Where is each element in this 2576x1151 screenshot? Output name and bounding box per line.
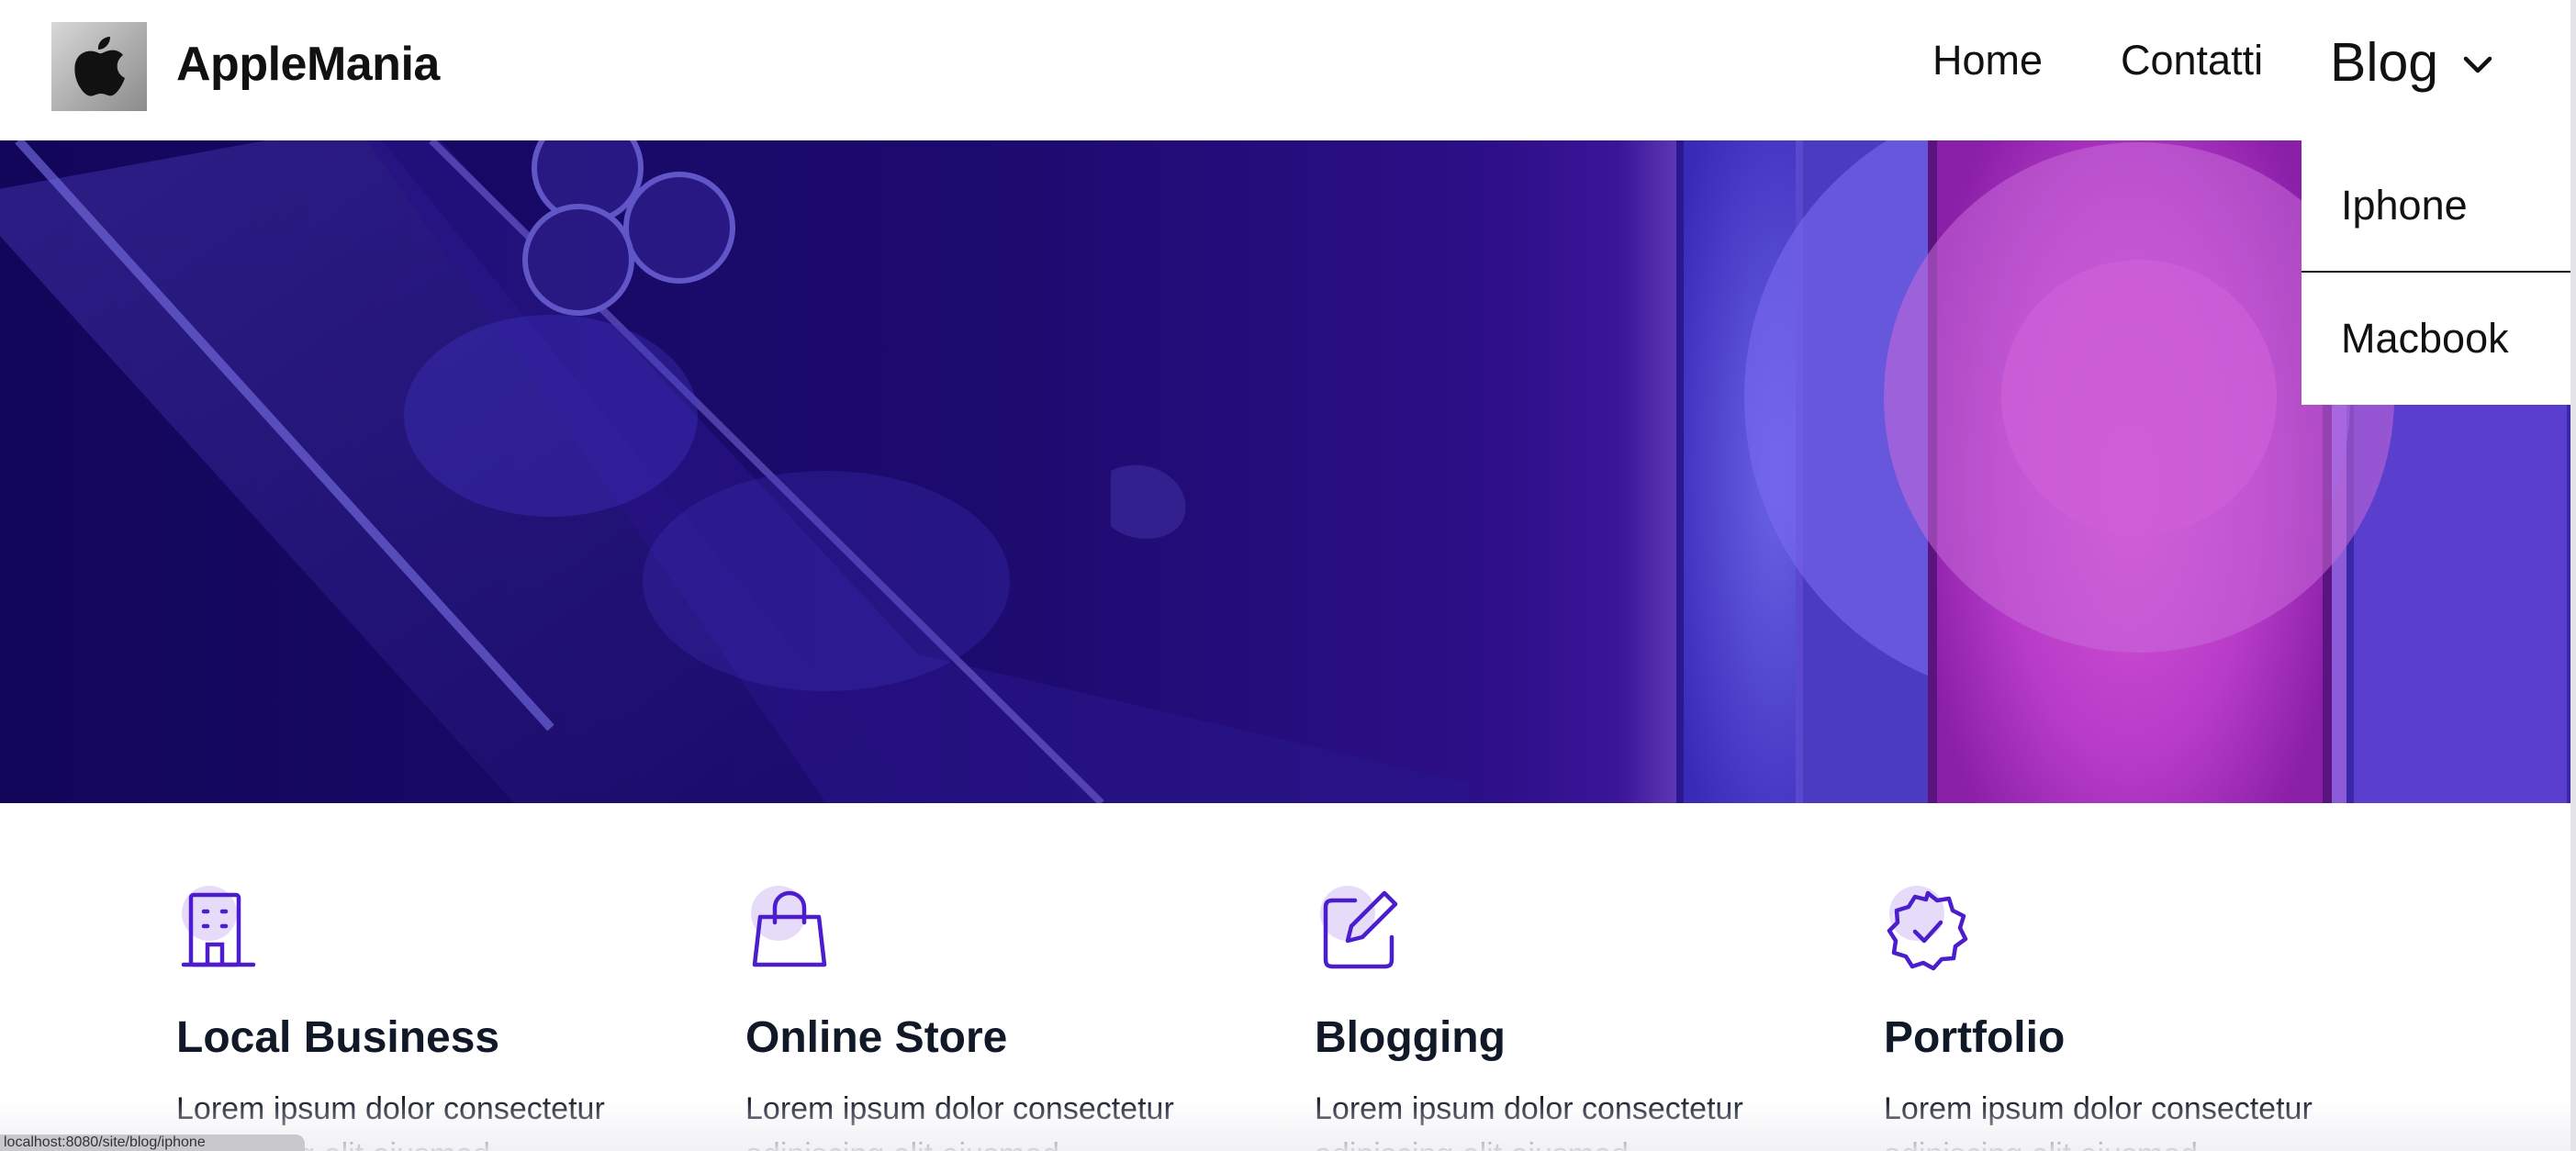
hero-phones-image — [0, 140, 2570, 803]
window-scroll-edge[interactable] — [2570, 0, 2576, 1151]
badge-check-icon — [1887, 886, 1968, 971]
building-icon — [181, 886, 256, 967]
brand-name[interactable]: AppleMania — [176, 37, 440, 92]
feature-title: Blogging — [1315, 1013, 1506, 1062]
feature-title: Portfolio — [1884, 1013, 2066, 1062]
nav-contatti-link[interactable]: Contatti — [2121, 37, 2263, 84]
apple-icon — [74, 37, 125, 96]
apple-logo[interactable] — [51, 22, 147, 111]
nav-blog-label: Blog — [2330, 32, 2439, 93]
browser-status-bar: localhost:8080/site/blog/iphone — [0, 1134, 305, 1151]
feature-title: Local Business — [176, 1013, 500, 1062]
blog-dropdown-menu: Iphone Macbook — [2302, 140, 2570, 405]
nav-home-link[interactable]: Home — [1932, 37, 2043, 84]
edit-icon — [1320, 886, 1398, 969]
shopping-bag-icon — [751, 886, 827, 967]
bottom-fade — [0, 1098, 2570, 1151]
chevron-down-icon — [2463, 56, 2492, 73]
hero-banner — [0, 140, 2570, 803]
feature-title: Online Store — [745, 1013, 1008, 1062]
dropdown-item-macbook[interactable]: Macbook — [2302, 273, 2570, 405]
site-header: AppleMania Home Contatti Blog — [0, 0, 2570, 140]
nav-blog-dropdown[interactable]: Blog — [2330, 31, 2493, 94]
dropdown-item-iphone[interactable]: Iphone — [2302, 140, 2570, 273]
